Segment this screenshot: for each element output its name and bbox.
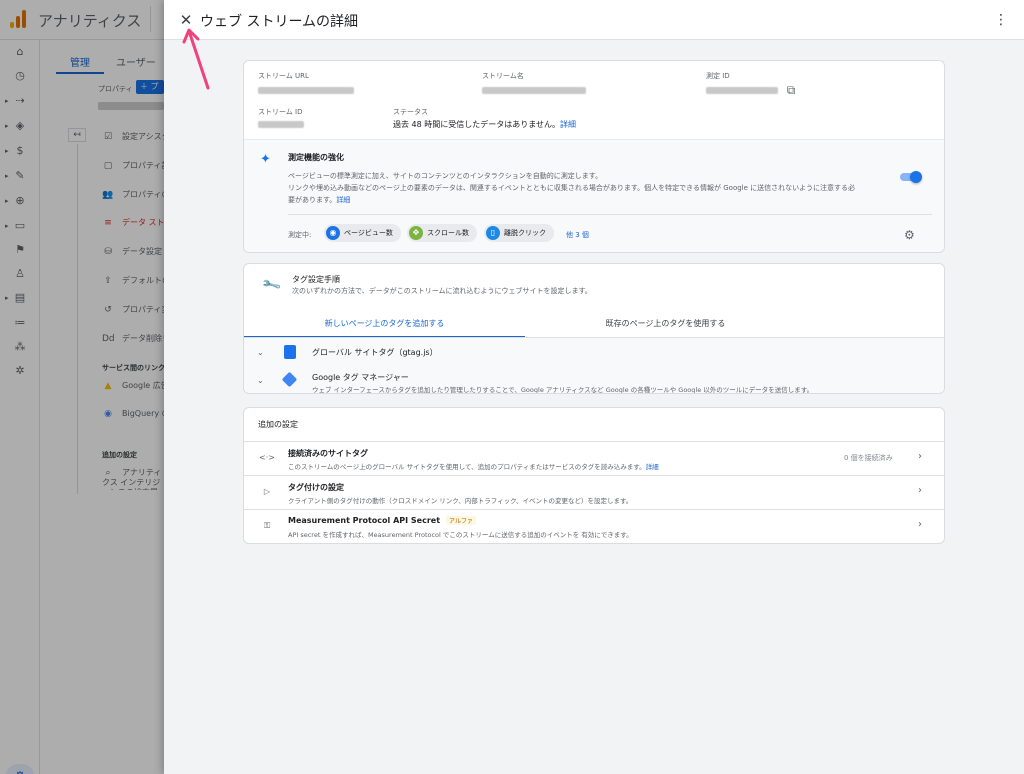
copy-icon[interactable]: ⧉ [784, 83, 798, 97]
drawer-title: ウェブ ストリームの詳細 [200, 14, 359, 30]
enhanced-measurement-title: 測定機能の強化 [288, 153, 344, 162]
enhanced-measurement-description: ページビューの標準測定に加え、サイトのコンテンツとのインタラクションを自動的に測… [288, 172, 856, 204]
more-events-link[interactable]: 他 3 個 [566, 230, 589, 240]
annotation-arrow [182, 28, 210, 90]
status-label: ステータス [393, 108, 428, 116]
tagging-subtitle: 次のいずれかの方法で、データがこのストリームに流れ込むようにウェブサイトを設定し… [292, 287, 592, 295]
tagging-settings-row[interactable]: ▷ タグ付けの設定 クライアント側のタグ付けの動作（クロスドメイン リンク、内部… [244, 475, 944, 509]
measurement-id-label: 測定 ID [706, 72, 730, 80]
wrench-icon: 🔧 [261, 274, 283, 297]
stream-id-label: ストリーム ID [258, 108, 303, 116]
enhanced-settings-gear-icon[interactable]: ⚙ [904, 228, 915, 242]
tag-option-gtm[interactable]: ⌄ Google タグ マネージャー ウェブ インターフェースからタグを追加した… [244, 366, 944, 393]
stream-id-value [258, 121, 304, 128]
measuring-label: 測定中: [288, 231, 312, 239]
more-options-icon[interactable]: ⋮ [994, 10, 1008, 30]
chevron-right-icon[interactable]: › [918, 451, 922, 462]
tag-options-list: ⌄ グローバル サイトタグ（gtag.js） ⌄ Google タグ マネージャ… [244, 338, 944, 393]
enhanced-measurement-toggle[interactable] [900, 171, 922, 183]
enhanced-measurement-section: ✦ 測定機能の強化 ページビューの標準測定に加え、サイトのコンテンツとのインタラ… [244, 139, 944, 252]
tagging-instructions-card: 🔧 タグ設定手順 次のいずれかの方法で、データがこのストリームに流れ込むようにウ… [243, 263, 945, 394]
enhanced-details-link[interactable]: 詳細 [336, 196, 350, 204]
tab-use-existing-tag[interactable]: 既存のページ上のタグを使用する [525, 314, 806, 338]
chip-scrolls: ✥ スクロール数 [407, 224, 477, 242]
tag-manager-icon [281, 371, 298, 388]
drawer-header: ✕ ウェブ ストリームの詳細 ⋮ [164, 0, 1024, 40]
chip-page-views: ◉ ページビュー数 [324, 224, 401, 242]
chip-outbound-clicks: ▯ 離脱クリック [484, 224, 554, 242]
sparkle-icon: ✦ [260, 152, 271, 167]
measurement-protocol-row[interactable]: ⚿ Measurement Protocol API Secret アルファ AP… [244, 509, 944, 543]
additional-settings-title: 追加の設定 [258, 420, 298, 429]
eye-icon: ◉ [326, 226, 340, 240]
additional-settings-card: 追加の設定 <·> 接続済みのサイトタグ このストリームのページ上のグローバル … [243, 407, 945, 544]
tag-option-gtag[interactable]: ⌄ グローバル サイトタグ（gtag.js） [244, 338, 944, 366]
divider [288, 214, 932, 215]
chevron-down-icon[interactable]: ⌄ [257, 376, 264, 385]
status-details-link[interactable]: 詳細 [560, 120, 576, 129]
code-icon: <·> [259, 453, 275, 462]
label-icon: ▷ [263, 487, 271, 496]
gtag-icon [284, 345, 296, 359]
connected-tags-details-link[interactable]: 詳細 [646, 463, 659, 471]
measurement-id-value [706, 87, 778, 94]
status-text: 過去 48 時間に受信したデータはありません。詳細 [393, 120, 577, 129]
stream-name-label: ストリーム名 [482, 72, 524, 80]
scroll-icon: ✥ [409, 226, 423, 240]
connected-site-tags-row[interactable]: <·> 接続済みのサイトタグ このストリームのページ上のグローバル サイトタグを… [244, 441, 944, 475]
stream-url-value [258, 87, 354, 94]
stream-details-card: ストリーム URL ストリーム名 測定 ID ⧉ ストリーム ID ステータス … [243, 60, 945, 253]
tagging-title: タグ設定手順 [292, 275, 340, 284]
close-icon[interactable]: ✕ [176, 10, 196, 30]
stream-name-value [482, 87, 586, 94]
connected-count: 0 個を接続済み [844, 454, 893, 462]
key-icon: ⚿ [263, 521, 271, 530]
stream-details-drawer: ✕ ウェブ ストリームの詳細 ⋮ ストリーム URL ストリーム名 測定 ID … [164, 0, 1024, 774]
stream-url-label: ストリーム URL [258, 72, 309, 80]
tab-add-new-tag[interactable]: 新しいページ上のタグを追加する [244, 314, 525, 338]
chevron-down-icon[interactable]: ⌄ [257, 348, 264, 357]
alpha-badge: アルファ [446, 516, 476, 525]
mouse-icon: ▯ [486, 226, 500, 240]
chevron-right-icon[interactable]: › [918, 519, 922, 530]
chevron-right-icon[interactable]: › [918, 485, 922, 496]
